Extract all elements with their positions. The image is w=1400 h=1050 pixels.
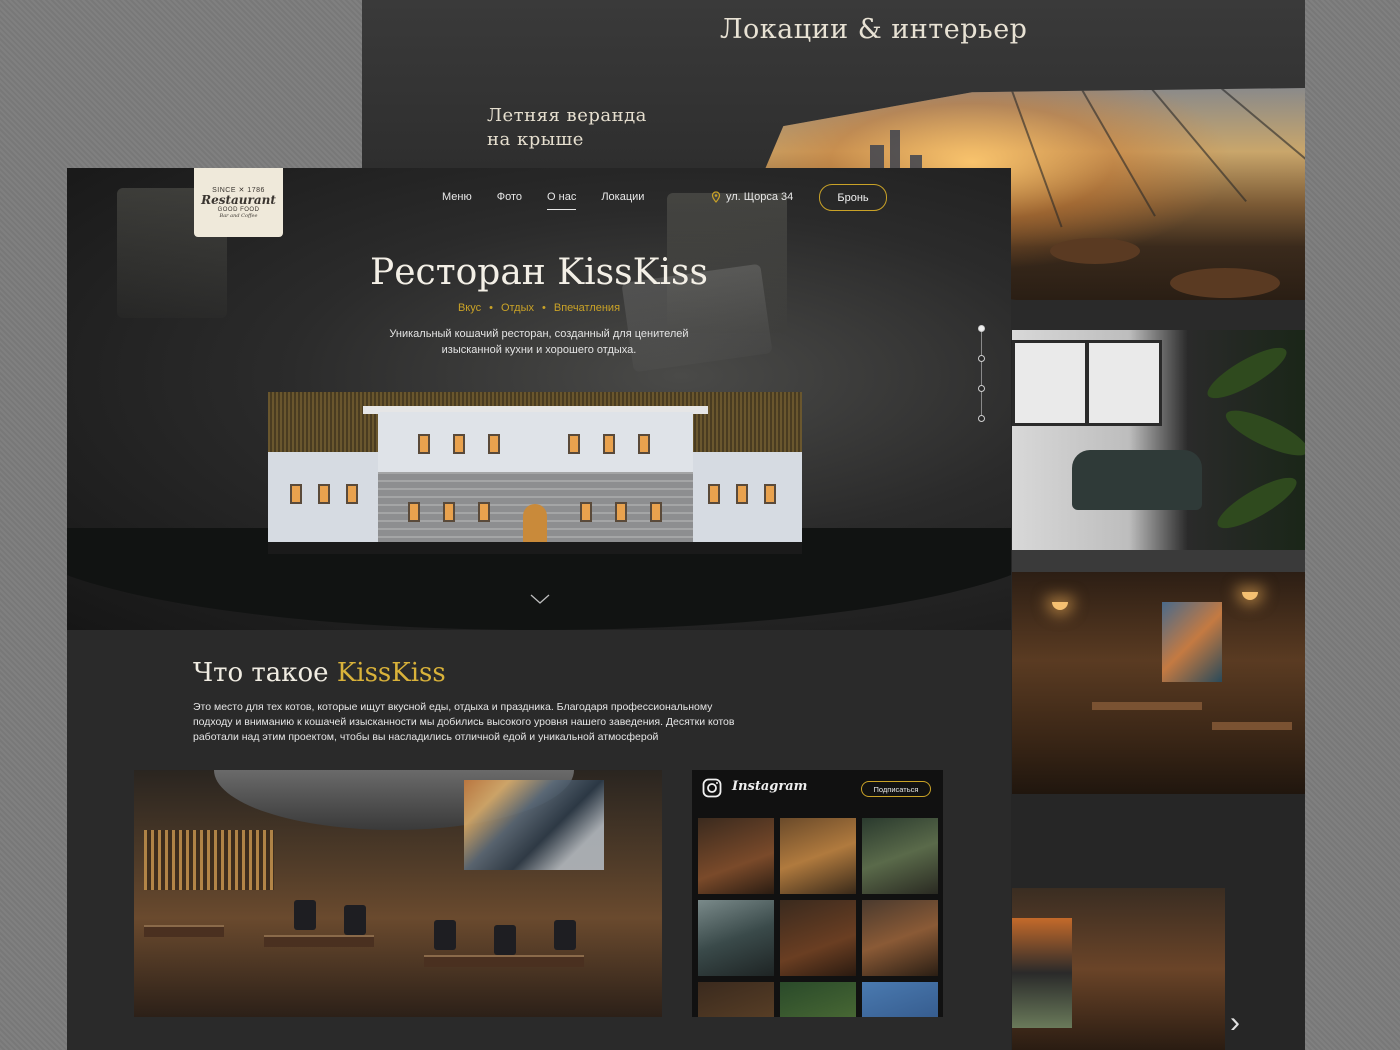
lounge-photo[interactable] bbox=[1012, 330, 1305, 550]
instagram-thumb[interactable] bbox=[780, 900, 856, 976]
about-title-plain: Что такое bbox=[193, 658, 337, 688]
locations-title: Локации & интерьер bbox=[720, 14, 1028, 45]
hero-title: Ресторан KissKiss bbox=[370, 252, 708, 293]
subscribe-button[interactable]: Подписаться bbox=[861, 781, 931, 797]
veranda-caption-line1: Летняя веранда bbox=[487, 105, 647, 126]
instagram-thumb[interactable] bbox=[698, 982, 774, 1017]
instagram-thumb[interactable] bbox=[698, 818, 774, 894]
about-title-accent: KissKiss bbox=[336, 658, 446, 688]
interior-photo[interactable] bbox=[134, 770, 662, 1017]
instagram-icon[interactable] bbox=[702, 778, 722, 798]
slider-dot[interactable] bbox=[978, 355, 985, 362]
bar-photo[interactable] bbox=[1012, 572, 1305, 794]
chevron-down-icon[interactable] bbox=[530, 593, 550, 605]
nav-item-about[interactable]: О нас bbox=[547, 191, 577, 210]
slider-dots bbox=[977, 325, 987, 425]
hero-section: SINCE ✕ 1786 Restaurant GOOD FOOD Bar an… bbox=[67, 168, 1011, 630]
logo-name: Restaurant bbox=[201, 193, 276, 207]
nav-item-locations[interactable]: Локации bbox=[601, 191, 644, 210]
divider-band bbox=[1012, 550, 1305, 572]
slider-dot[interactable] bbox=[978, 415, 985, 422]
instagram-thumb[interactable] bbox=[698, 900, 774, 976]
about-text: Это место для тех котов, которые ищут вк… bbox=[193, 701, 735, 743]
logo[interactable]: SINCE ✕ 1786 Restaurant GOOD FOOD Bar an… bbox=[194, 168, 283, 237]
about-title: Что такое KissKiss bbox=[193, 658, 446, 688]
nav-item-photo[interactable]: Фото bbox=[497, 191, 522, 210]
slider-dot[interactable] bbox=[978, 385, 985, 392]
hero-tag: Впечатления bbox=[553, 302, 621, 314]
nav-item-menu[interactable]: Меню bbox=[442, 191, 472, 210]
instagram-widget: Instagram Подписаться bbox=[692, 770, 943, 1017]
instagram-thumb[interactable] bbox=[862, 900, 938, 976]
hero-description: Уникальный кошачий ресторан, созданный д… bbox=[389, 328, 689, 356]
address-text: ул. Щорса 34 bbox=[726, 191, 794, 203]
hero-tag: Вкус bbox=[457, 302, 482, 314]
instagram-thumb[interactable] bbox=[862, 818, 938, 894]
instagram-title: Instagram bbox=[732, 779, 808, 794]
hero-tag: Отдых bbox=[500, 302, 535, 314]
book-button[interactable]: Бронь bbox=[819, 184, 887, 211]
logo-sub: Bar and Coffee bbox=[219, 213, 258, 219]
instagram-thumb[interactable] bbox=[780, 982, 856, 1017]
location-pin-icon bbox=[711, 191, 721, 203]
instagram-thumb[interactable] bbox=[780, 818, 856, 894]
hero-tags: Вкус • Отдых • Впечатления bbox=[457, 302, 621, 314]
instagram-thumb[interactable] bbox=[862, 982, 938, 1017]
veranda-caption-line2: на крыше bbox=[487, 129, 584, 150]
veranda-caption: Летняя веранда на крыше bbox=[487, 104, 647, 152]
address[interactable]: ул. Щорса 34 bbox=[710, 191, 793, 203]
building-photo bbox=[268, 392, 802, 554]
main-page: SINCE ✕ 1786 Restaurant GOOD FOOD Bar an… bbox=[67, 168, 1011, 1050]
hall-photo[interactable] bbox=[1012, 888, 1225, 1050]
slider-dot[interactable] bbox=[978, 325, 985, 332]
next-slide-arrow-icon[interactable]: › bbox=[1230, 1008, 1256, 1038]
main-nav: Меню Фото О нас Локации bbox=[442, 191, 669, 210]
